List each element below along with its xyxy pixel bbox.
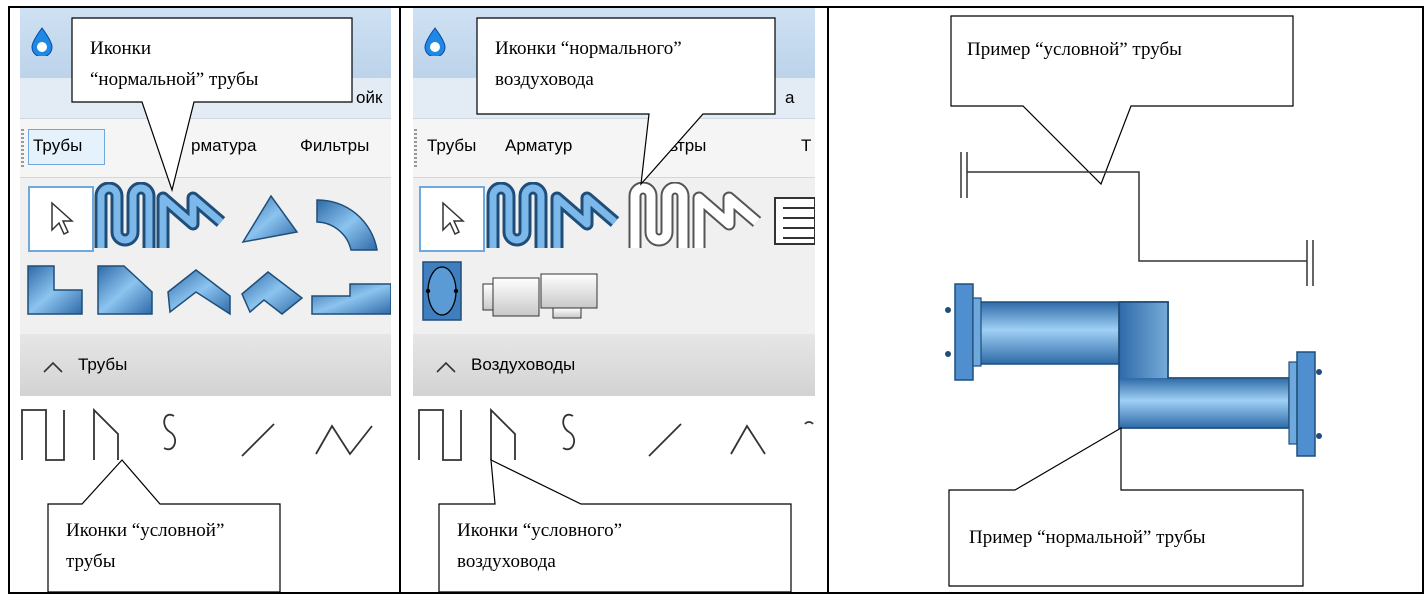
callout-top-line2: “нормальной” трубы <box>90 69 259 90</box>
duct-silencer-icon[interactable] <box>482 277 540 317</box>
section-header-pipes[interactable]: Трубы <box>20 334 391 396</box>
normal-pipe-icons-row2 <box>27 265 391 316</box>
section-title: Трубы <box>78 355 128 374</box>
panel-pipes: ойк Трубы рматура Фильтры Трубы Иконки “… <box>10 8 399 592</box>
normal-pipe-example <box>945 283 1322 457</box>
duct-fan-icon[interactable] <box>540 273 598 319</box>
callout-top-line2: воздуховода <box>495 69 594 90</box>
example-drawing <box>945 15 1322 587</box>
chevron-up-icon[interactable] <box>435 360 457 374</box>
panel-examples: Пример “условной” трубы Пример “нормальн… <box>829 8 1423 592</box>
duct-elbow-square-icon[interactable] <box>27 265 83 315</box>
callout-top-shape <box>71 17 353 193</box>
duct-elbow-chamfer-icon[interactable] <box>97 265 153 315</box>
callout-top-line1: Иконки <box>90 38 152 59</box>
section-header-ducts[interactable]: Воздуховоды <box>413 334 815 396</box>
callout-top-line1: Иконки “нормального” <box>495 38 682 59</box>
callout-conventional-pipe: Пример “условной” трубы <box>967 39 1182 60</box>
callout-bottom-line2: воздуховода <box>457 551 556 572</box>
duct-tee-icon[interactable] <box>311 283 391 315</box>
duct-damper-icon[interactable] <box>422 261 462 321</box>
callout-bottom-shape <box>948 426 1304 587</box>
panel-ducts: а Трубы Арматур ильтры Т Воздуховоды Ико… <box>401 8 827 592</box>
duct-bend-icon[interactable] <box>167 269 231 316</box>
callout-bottom-line1: Иконки “условной” <box>66 520 225 541</box>
callout-normal-pipe: Пример “нормальной” трубы <box>969 527 1206 548</box>
duct-offset-icon[interactable] <box>241 271 304 315</box>
callout-bottom-line2: трубы <box>66 551 116 572</box>
chevron-up-icon[interactable] <box>42 360 64 374</box>
section-title: Воздуховоды <box>471 355 576 374</box>
conventional-pipe-example <box>960 152 1314 286</box>
callout-bottom-line1: Иконки “условного” <box>457 520 623 541</box>
duct-equipment-icons <box>422 261 598 321</box>
